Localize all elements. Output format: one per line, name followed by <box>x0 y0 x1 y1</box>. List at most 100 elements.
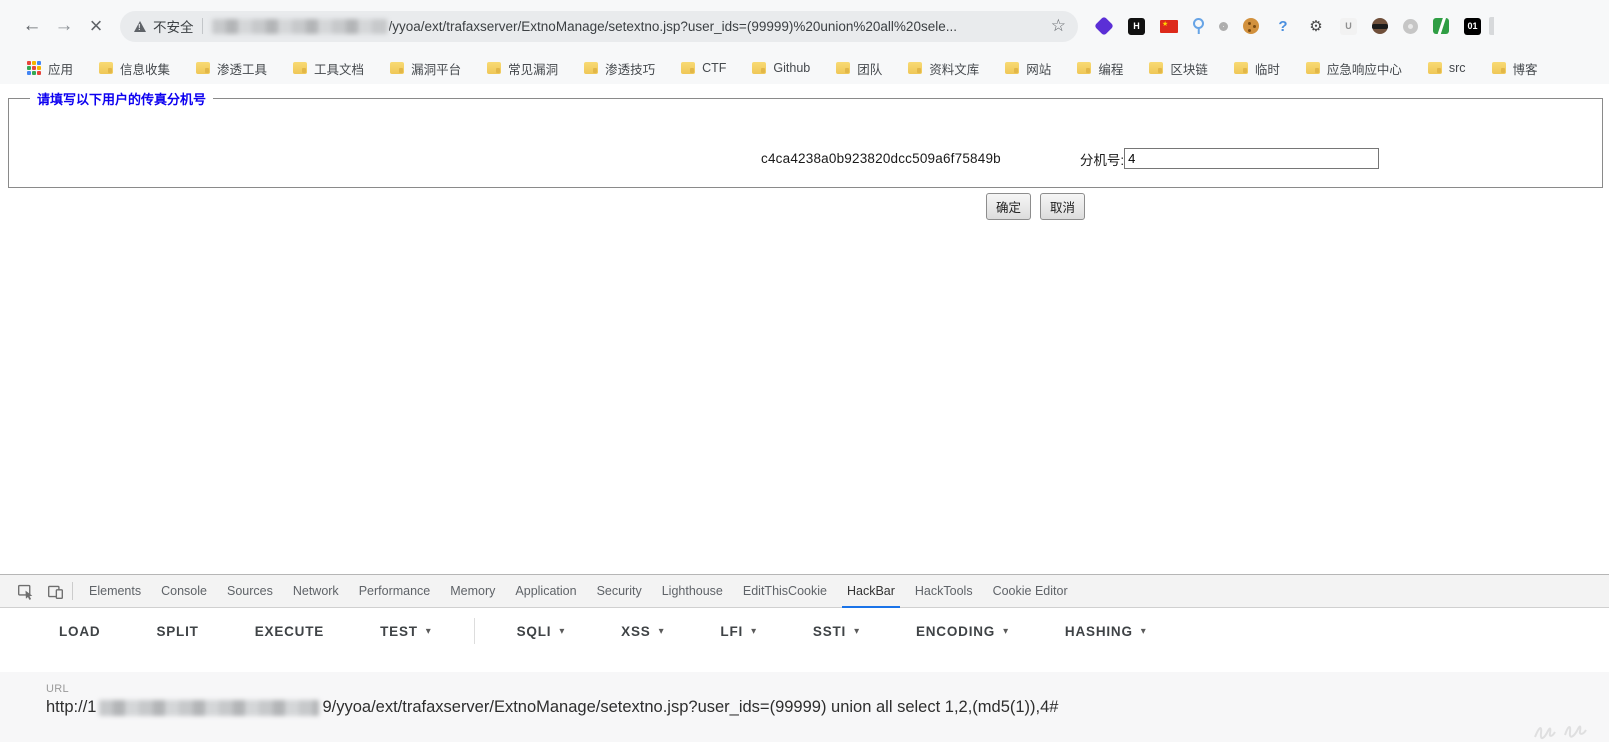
binary-01-extension-icon[interactable]: 01 <box>1464 18 1481 35</box>
bookmark-folder[interactable]: src <box>1415 61 1479 75</box>
hackbar-button[interactable]: SPLIT <box>142 618 212 645</box>
hackbar-toolbar: LOAD SPLIT EXECUTE TEST ▾ <box>0 608 1609 654</box>
folder-icon <box>1077 62 1091 74</box>
url-field-label: URL <box>46 683 1609 695</box>
bookmark-folder[interactable]: 渗透工具 <box>183 59 280 78</box>
hackbar-button-label: ENCODING <box>916 624 995 639</box>
toolbar-divider <box>474 618 475 644</box>
ring-extension-icon[interactable] <box>1219 22 1228 31</box>
bookmark-star-icon[interactable]: ☆ <box>1051 16 1066 36</box>
question-mark-extension-icon[interactable]: ? <box>1274 17 1292 35</box>
url-prefix: http://1 <box>46 698 96 717</box>
bookmark-folder-label: 渗透工具 <box>217 59 267 78</box>
devtools-tab[interactable]: Performance <box>349 575 441 607</box>
stop-button[interactable]: × <box>80 10 112 42</box>
hackbar-button[interactable]: TEST ▾ <box>366 618 446 645</box>
hackbar-button[interactable]: HASHING ▾ <box>1051 618 1161 645</box>
browser-toolbar: ← → × 不安全 /yyoa/ext/trafaxserver/ExtnoMa… <box>0 0 1609 52</box>
devtools-panel: Elements Console Sources Network Perform… <box>0 574 1609 742</box>
bookmark-folder[interactable]: 团队 <box>823 59 895 78</box>
bookmark-folder[interactable]: 网站 <box>992 59 1064 78</box>
bookmark-folder[interactable]: 常见漏洞 <box>474 59 571 78</box>
clipped-extension-icon <box>1489 17 1494 35</box>
bookmark-folder[interactable]: 信息收集 <box>86 59 183 78</box>
hackbar-button[interactable]: LFI ▾ <box>706 618 770 645</box>
bookmark-folder-label: 博客 <box>1513 59 1538 78</box>
bookmark-folder-label: 漏洞平台 <box>411 59 461 78</box>
extension-number-input[interactable] <box>1124 148 1379 169</box>
hackbar-button[interactable]: ENCODING ▾ <box>902 618 1023 645</box>
hackbar-button[interactable]: SSTI ▾ <box>799 618 874 645</box>
gear-extension-icon[interactable]: ⚙ <box>1307 17 1325 35</box>
address-bar[interactable]: 不安全 /yyoa/ext/trafaxserver/ExtnoManage/s… <box>120 11 1078 42</box>
form-buttons: 确定 取消 <box>0 193 1609 220</box>
device-toolbar-icon[interactable] <box>40 575 70 607</box>
bookmark-folder[interactable]: 渗透技巧 <box>571 59 668 78</box>
hackbar-button-label: SPLIT <box>156 624 198 639</box>
devtools-tab[interactable]: Elements <box>79 575 151 607</box>
hackbar-button-label: LOAD <box>59 624 100 639</box>
uf-extension-icon[interactable]: U <box>1340 18 1357 35</box>
green-extension-icon[interactable] <box>1433 18 1449 34</box>
tabbar-divider <box>72 582 73 600</box>
bookmark-folder-label: 区块链 <box>1170 59 1208 78</box>
bookmark-folder[interactable]: 资料文库 <box>895 59 992 78</box>
bookmark-folder-label: src <box>1449 61 1466 75</box>
cookie-extension-icon[interactable] <box>1243 18 1259 34</box>
devtools-tab[interactable]: Cookie Editor <box>983 575 1078 607</box>
bookmark-folder[interactable]: 博客 <box>1479 59 1551 78</box>
folder-icon <box>681 62 695 74</box>
devtools-tab[interactable]: Application <box>505 575 586 607</box>
pin-extension-icon[interactable] <box>1193 18 1204 29</box>
hackbar-button[interactable]: EXECUTE <box>241 618 338 645</box>
devtools-tab[interactable]: Sources <box>217 575 283 607</box>
bookmark-folder[interactable]: 编程 <box>1064 59 1136 78</box>
chevron-down-icon: ▾ <box>659 626 665 637</box>
bookmarks-bar: 应用 信息收集 渗透工具 工具文档 漏洞平台 <box>0 52 1609 84</box>
url-payload[interactable]: http://1 9/yyoa/ext/trafaxserver/ExtnoMa… <box>46 698 1609 717</box>
bookmark-folder[interactable]: 临时 <box>1221 59 1293 78</box>
back-button[interactable]: ← <box>16 10 48 42</box>
cancel-button[interactable]: 取消 <box>1040 193 1085 220</box>
bookmark-folder[interactable]: 应急响应中心 <box>1293 59 1415 78</box>
h-letter-extension-icon[interactable]: H <box>1128 18 1145 35</box>
hackbar-button[interactable]: XSS ▾ <box>607 618 678 645</box>
mask-extension-icon[interactable] <box>1372 18 1388 34</box>
omnibox-divider <box>202 18 203 34</box>
bookmark-folder-label: 资料文库 <box>929 59 979 78</box>
devtools-tab[interactable]: HackTools <box>905 575 983 607</box>
bookmark-folder-label: CTF <box>702 61 726 75</box>
hackbar-button[interactable]: SQLI ▾ <box>503 618 580 645</box>
bookmark-folder[interactable]: 漏洞平台 <box>377 59 474 78</box>
folder-icon <box>293 62 307 74</box>
bookmark-folder[interactable]: Github <box>739 61 823 75</box>
bookmark-folder[interactable]: CTF <box>668 61 739 75</box>
bookmark-folder-label: 工具文档 <box>314 59 364 78</box>
bookmark-folder[interactable]: 工具文档 <box>280 59 377 78</box>
gray-globe-extension-icon[interactable] <box>1403 19 1418 34</box>
chevron-down-icon: ▾ <box>854 626 860 637</box>
devtools-tab[interactable]: Lighthouse <box>652 575 733 607</box>
devtools-tab[interactable]: HackBar <box>837 575 905 607</box>
chevron-down-icon: ▾ <box>751 626 757 637</box>
chevron-down-icon: ▾ <box>559 626 565 637</box>
devtools-tab[interactable]: EditThisCookie <box>733 575 837 607</box>
devtools-tab[interactable]: Console <box>151 575 217 607</box>
web-page: 请填写以下用户的传真分机号 c4ca4238a0b923820dcc509a6f… <box>0 89 1609 574</box>
devtools-tab[interactable]: Network <box>283 575 349 607</box>
devtools-tab[interactable]: Security <box>587 575 652 607</box>
folder-icon <box>487 62 501 74</box>
china-flag-extension-icon[interactable]: ★ <box>1160 20 1178 33</box>
back-icon: ← <box>23 15 42 37</box>
forward-button[interactable]: → <box>48 10 80 42</box>
folder-icon <box>908 62 922 74</box>
confirm-button[interactable]: 确定 <box>986 193 1031 220</box>
redacted-host <box>99 700 319 716</box>
purple-diamond-extension-icon[interactable] <box>1094 16 1114 36</box>
inspect-element-icon[interactable] <box>10 575 40 607</box>
hackbar-button[interactable]: LOAD <box>45 618 114 645</box>
devtools-tab[interactable]: Memory <box>440 575 505 607</box>
bookmark-apps[interactable]: 应用 <box>14 59 86 78</box>
bookmark-folder[interactable]: 区块链 <box>1136 59 1221 78</box>
forward-icon: → <box>55 15 74 37</box>
